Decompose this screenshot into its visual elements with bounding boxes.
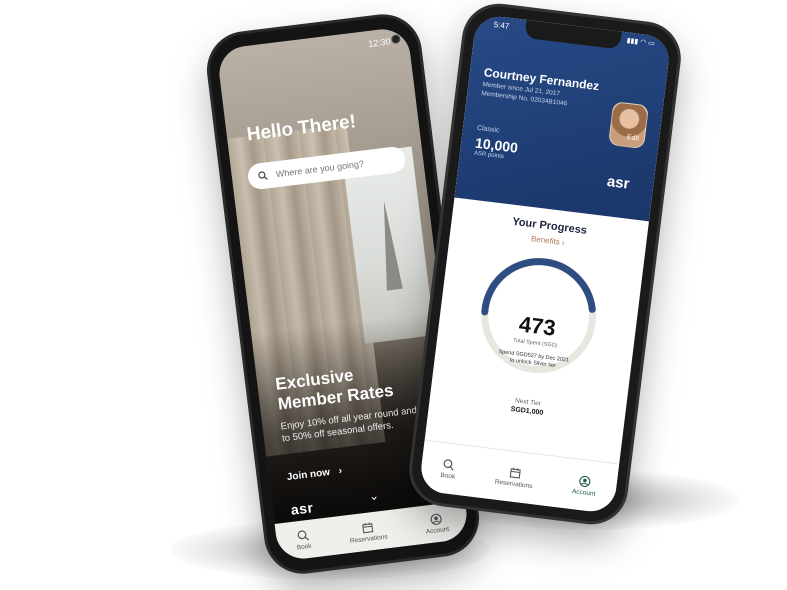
nav-account[interactable]: Account	[571, 474, 598, 498]
nav-reservations-label: Reservations	[349, 532, 388, 545]
search-icon	[297, 529, 309, 541]
avatar[interactable]	[607, 101, 650, 150]
asr-logo: asr	[605, 173, 631, 193]
iphone-screen: 5:47 ▮▮▮ ◠ ▭ Courtney Fernandez Member s…	[418, 13, 672, 515]
nav-reservations[interactable]: Reservations	[348, 519, 388, 544]
status-time: 12:30	[367, 36, 392, 50]
nav-reservations-label: Reservations	[494, 478, 533, 490]
nav-book-label: Book	[440, 471, 456, 481]
nav-book[interactable]: Book	[295, 528, 312, 551]
status-time: 5:47	[493, 20, 510, 31]
nav-book[interactable]: Book	[440, 457, 457, 480]
calendar-icon	[509, 467, 521, 479]
iphone: 5:47 ▮▮▮ ◠ ▭ Courtney Fernandez Member s…	[408, 2, 682, 526]
nav-book-label: Book	[296, 542, 312, 551]
camera-icon	[390, 34, 401, 45]
nav-account-label: Account	[425, 525, 450, 536]
asr-logo-text: asr	[289, 499, 315, 518]
search-icon	[258, 171, 268, 180]
search-icon	[443, 458, 455, 471]
nav-reservations[interactable]: Reservations	[494, 464, 534, 490]
bottom-nav: Book Reservations Account	[418, 439, 620, 515]
asr-logo: asr	[290, 499, 314, 518]
calendar-icon	[361, 522, 373, 533]
member-tier: Classic	[476, 124, 500, 135]
chevron-down-icon[interactable]: ⌄	[368, 488, 380, 503]
account-icon	[430, 513, 442, 525]
edit-avatar-button[interactable]: Edit	[627, 134, 640, 142]
nav-account-label: Account	[571, 487, 596, 498]
account-icon	[579, 475, 591, 487]
nav-account[interactable]: Account	[424, 511, 450, 535]
